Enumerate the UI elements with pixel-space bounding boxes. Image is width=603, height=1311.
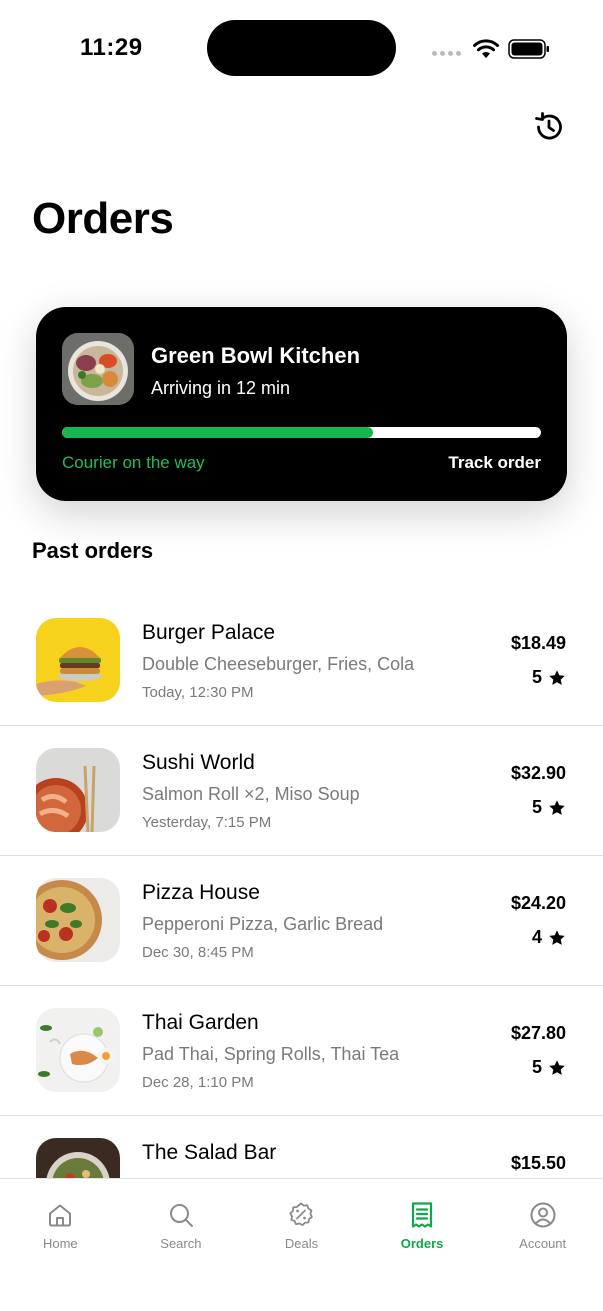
battery-icon (508, 39, 549, 59)
order-items: Pepperoni Pizza, Garlic Bread (142, 914, 384, 934)
tab-orders[interactable]: Orders (362, 1179, 483, 1311)
order-date: Dec 30, 8:45 PM (142, 944, 254, 961)
past-orders-list[interactable]: Burger Palace Double Cheeseburger, Fries… (0, 596, 603, 1178)
order-restaurant-name: Thai Garden (142, 1011, 259, 1034)
tab-account[interactable]: Account (482, 1179, 603, 1311)
order-row[interactable]: Thai Garden Pad Thai, Spring Rolls, Thai… (0, 986, 603, 1116)
order-row[interactable]: Sushi World Salmon Roll ×2, Miso Soup Ye… (0, 726, 603, 856)
pizza-thumbnail (36, 878, 120, 962)
order-history-button[interactable] (530, 108, 568, 146)
order-restaurant-name: The Salad Bar (142, 1141, 277, 1164)
tab-label: Home (42, 1236, 78, 1251)
order-restaurant-name: Pizza House (142, 881, 260, 904)
tab-deals[interactable]: Deals (241, 1179, 362, 1311)
tab-label: Deals (284, 1236, 319, 1251)
history-icon (535, 112, 562, 140)
order-price: $27.80 (510, 1023, 566, 1043)
order-date: Yesterday, 7:15 PM (142, 814, 272, 831)
salad-thumbnail (36, 1138, 120, 1178)
star-icon (549, 1059, 565, 1075)
star-icon (549, 799, 565, 815)
rating-value: 5 (531, 667, 542, 687)
courier-status: Courier on the way (62, 453, 205, 472)
discount-icon (289, 1202, 314, 1226)
star-icon (549, 929, 565, 945)
order-rating: 4 (532, 927, 566, 948)
rating-value: 5 (531, 797, 542, 817)
rating-value: 4 (531, 927, 542, 947)
order-price: $15.50 (510, 1153, 566, 1173)
status-bar: 11:29 (0, 0, 603, 96)
burger-thumbnail (36, 618, 120, 702)
order-row[interactable]: The Salad Bar $15.50 (0, 1116, 603, 1178)
thai-thumbnail (36, 1008, 120, 1092)
home-icon (49, 1204, 72, 1227)
wifi-icon (473, 39, 499, 58)
page-title: Orders (32, 194, 174, 243)
past-orders-heading: Past orders (32, 538, 154, 563)
track-order-button[interactable]: Track order (448, 453, 541, 473)
dynamic-island (207, 20, 396, 76)
restaurant-thumbnail (62, 333, 134, 405)
status-time: 11:29 (80, 34, 143, 61)
tab-label: Orders (400, 1236, 444, 1251)
star-icon (549, 669, 565, 685)
active-order-card[interactable]: Green Bowl Kitchen Arriving in 12 min Co… (36, 307, 567, 501)
order-price: $18.49 (510, 633, 566, 653)
delivery-progress-bar (62, 427, 541, 438)
sushi-thumbnail (36, 748, 120, 832)
order-items: Double Cheeseburger, Fries, Cola (142, 654, 415, 674)
receipt-icon (411, 1202, 433, 1228)
delivery-progress-fill (62, 427, 374, 438)
order-price: $24.20 (510, 893, 566, 913)
tab-search[interactable]: Search (121, 1179, 242, 1311)
active-eta: Arriving in 12 min (151, 378, 291, 398)
order-date: Today, 12:30 PM (142, 684, 254, 701)
tab-home[interactable]: Home (0, 1179, 121, 1311)
order-date: Dec 28, 1:10 PM (142, 1074, 254, 1091)
tab-bar: Home Search Deals Orders Account (0, 1178, 603, 1311)
order-rating: 5 (532, 797, 566, 818)
rating-value: 5 (531, 1057, 542, 1077)
order-rating: 5 (532, 667, 566, 688)
order-restaurant-name: Sushi World (142, 751, 255, 774)
tab-label: Search (160, 1236, 202, 1251)
order-row[interactable]: Pizza House Pepperoni Pizza, Garlic Brea… (0, 856, 603, 986)
active-restaurant-name: Green Bowl Kitchen (151, 343, 361, 368)
search-icon (169, 1204, 193, 1227)
order-restaurant-name: Burger Palace (142, 621, 276, 644)
cellular-signal-icon (432, 51, 461, 56)
account-icon (530, 1202, 556, 1228)
order-items: Pad Thai, Spring Rolls, Thai Tea (142, 1044, 400, 1064)
order-rating: 5 (532, 1057, 566, 1078)
order-items: Salmon Roll ×2, Miso Soup (142, 784, 360, 804)
order-price: $32.90 (510, 763, 566, 783)
tab-label: Account (519, 1236, 567, 1251)
order-row[interactable]: Burger Palace Double Cheeseburger, Fries… (0, 596, 603, 726)
